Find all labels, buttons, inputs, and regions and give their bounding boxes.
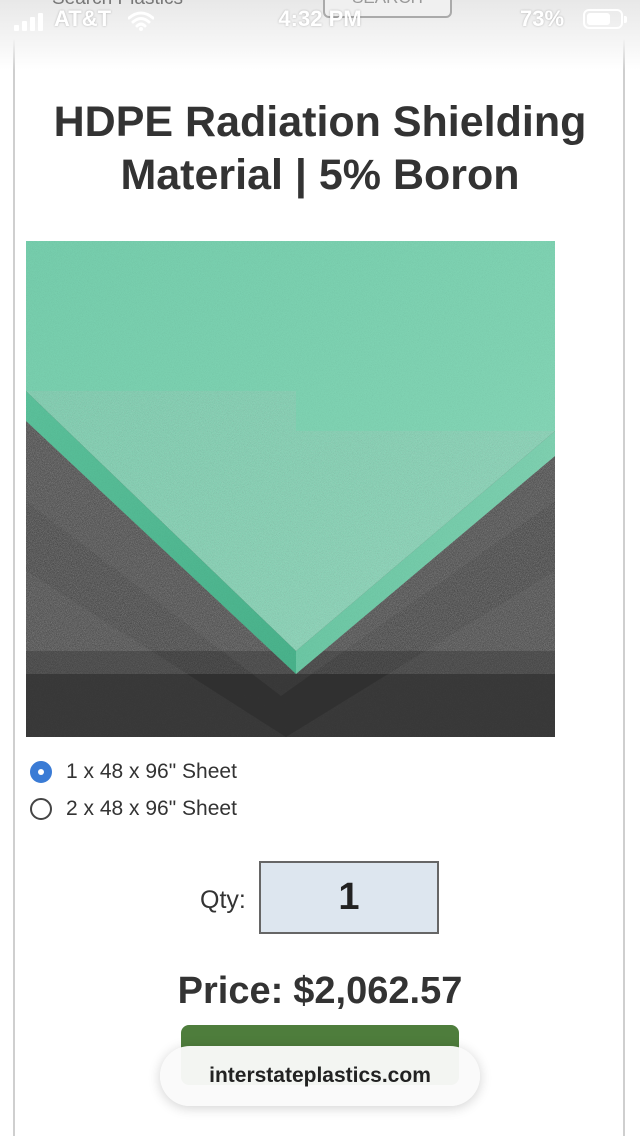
option-label: 1 x 48 x 96" Sheet [66, 760, 237, 783]
product-image[interactable] [26, 241, 555, 737]
price-value: $2,062.57 [293, 970, 463, 1012]
radio-button[interactable] [30, 798, 52, 820]
address-bar[interactable]: interstateplastics.com [160, 1046, 480, 1106]
option-1x48x96-sheet[interactable]: 1 x 48 x 96" Sheet [30, 758, 237, 786]
battery-icon [583, 9, 627, 29]
status-bar: AT&T 4:32 PM 73% [0, 0, 640, 44]
battery-percent: 73% [520, 6, 565, 31]
page-frame-right [623, 0, 625, 1136]
boron-hdpe-sheet-photo-icon [26, 241, 555, 737]
price: Price: $2,062.57 [0, 970, 640, 1013]
product-title: HDPE Radiation Shielding Material | 5% B… [53, 98, 587, 199]
page-frame-left [13, 0, 15, 1136]
qty-label: Qty: [200, 886, 246, 914]
option-2x48x96-sheet[interactable]: 2 x 48 x 96" Sheet [30, 795, 237, 823]
radio-button-selected[interactable] [30, 761, 52, 783]
quantity-input[interactable]: 1 [259, 861, 439, 934]
price-label: Price: [177, 970, 284, 1012]
option-label: 2 x 48 x 96" Sheet [66, 797, 237, 820]
